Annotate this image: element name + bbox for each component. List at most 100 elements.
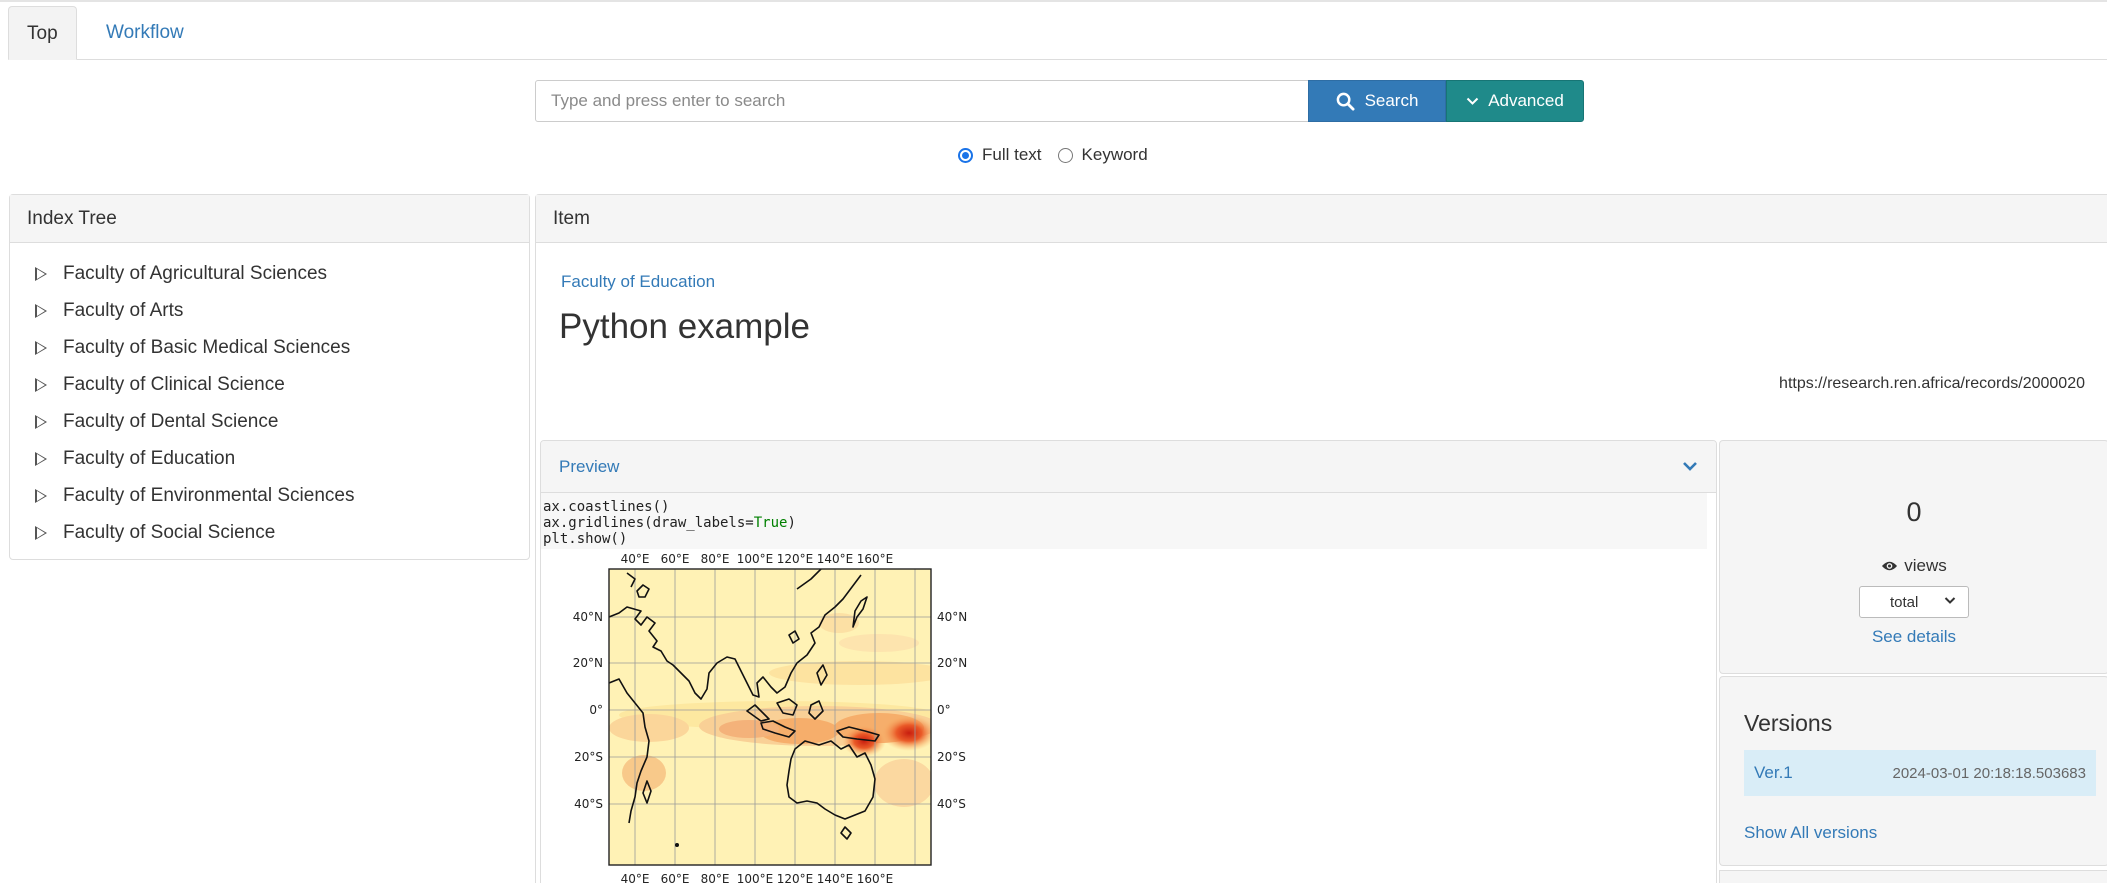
expand-triangle-icon[interactable] — [35, 340, 47, 355]
lon-label: 140°E — [817, 553, 854, 566]
record-url: https://research.ren.africa/records/2000… — [1779, 375, 2085, 392]
preview-panel: Preview ax.coastlines() ax.gridlines(dra… — [540, 440, 1717, 883]
lat-label: 40°S — [937, 797, 966, 811]
keyword-label[interactable]: Keyword — [1082, 145, 1148, 165]
lat-label: 40°N — [937, 610, 967, 624]
lon-label: 100°E — [737, 553, 774, 566]
code-keyword: True — [753, 515, 788, 531]
code-line: ax.coastlines() — [543, 499, 670, 515]
preview-header[interactable]: Preview — [541, 441, 1716, 493]
advanced-button-label: Advanced — [1488, 91, 1564, 110]
island-marker — [675, 843, 679, 847]
expand-triangle-icon[interactable] — [35, 377, 47, 392]
tree-item[interactable]: Faculty of Social Science — [35, 514, 529, 551]
lon-label: 120°E — [777, 553, 814, 566]
expand-triangle-icon[interactable] — [35, 525, 47, 540]
lat-labels-right: 40°N 20°N 0° 20°S 40°S — [937, 610, 967, 811]
index-tree-panel: Index Tree Faculty of Agricultural Scien… — [9, 194, 530, 560]
keyword-radio[interactable] — [1057, 147, 1073, 163]
expand-triangle-icon[interactable] — [35, 451, 47, 466]
views-row: views — [1720, 556, 2107, 576]
preview-label[interactable]: Preview — [559, 457, 619, 477]
lat-label: 40°S — [574, 797, 603, 811]
tree-item-label[interactable]: Faculty of Arts — [63, 294, 183, 328]
full-text-label[interactable]: Full text — [982, 145, 1042, 165]
lat-label: 20°S — [574, 750, 603, 764]
period-select[interactable]: total — [1859, 586, 1969, 618]
tree-item[interactable]: Faculty of Arts — [35, 292, 529, 329]
lon-label: 160°E — [857, 872, 894, 883]
lon-label: 140°E — [817, 872, 854, 883]
chevron-down-icon[interactable] — [1682, 461, 1698, 472]
expand-triangle-icon[interactable] — [35, 488, 47, 503]
tab-top[interactable]: Top — [8, 6, 77, 60]
top-border — [0, 0, 2107, 4]
code-cell: ax.coastlines() ax.gridlines(draw_labels… — [541, 493, 1707, 549]
advanced-search-button[interactable]: Advanced — [1446, 80, 1584, 122]
page-title: Python example — [559, 307, 810, 346]
show-all-versions-link[interactable]: Show All versions — [1744, 823, 1877, 843]
code-text: ax.gridlines(draw_labels= — [543, 515, 754, 531]
tab-bar: Top Workflow — [8, 6, 2107, 60]
index-tree-list: Faculty of Agricultural Sciences Faculty… — [10, 243, 529, 551]
tree-item[interactable]: Faculty of Agricultural Sciences — [35, 255, 529, 292]
lon-label: 40°E — [621, 553, 650, 566]
search-button-label: Search — [1364, 91, 1419, 110]
lat-label: 20°N — [937, 656, 967, 670]
lon-label: 40°E — [621, 872, 650, 883]
tree-item[interactable]: Faculty of Dental Science — [35, 403, 529, 440]
view-stats-panel: 0 views total See details — [1719, 440, 2107, 674]
eye-icon — [1882, 561, 1898, 571]
search-input[interactable] — [535, 80, 1309, 122]
chevron-down-icon — [1944, 597, 1956, 604]
expand-triangle-icon[interactable] — [35, 266, 47, 281]
search-icon — [1336, 92, 1355, 111]
breadcrumb[interactable]: Faculty of Education — [561, 272, 715, 292]
version-date: 2024-03-01 20:18:18.503683 — [1892, 764, 2086, 782]
item-panel-title: Item — [536, 195, 2107, 243]
tree-item[interactable]: Faculty of Clinical Science — [35, 366, 529, 403]
search-button[interactable]: Search — [1308, 80, 1446, 122]
versions-panel: Versions Ver.1 2024-03-01 20:18:18.50368… — [1719, 676, 2107, 866]
lon-label: 60°E — [661, 553, 690, 566]
tab-workflow[interactable]: Workflow — [88, 6, 202, 60]
code-text: ) — [787, 515, 796, 531]
expand-triangle-icon[interactable] — [35, 414, 47, 429]
version-link[interactable]: Ver.1 — [1754, 763, 1793, 783]
lon-labels-top: 40°E 60°E 80°E 100°E 120°E 140°E 160°E — [621, 552, 894, 566]
lon-label: 60°E — [661, 872, 690, 883]
version-row[interactable]: Ver.1 2024-03-01 20:18:18.503683 — [1744, 750, 2096, 796]
expand-triangle-icon[interactable] — [35, 303, 47, 318]
lat-labels-left: 40°N 20°N 0° 20°S 40°S — [573, 610, 603, 811]
tree-item[interactable]: Faculty of Education — [35, 440, 529, 477]
index-tree-title: Index Tree — [10, 195, 529, 243]
tree-item-label[interactable]: Faculty of Social Science — [63, 516, 275, 550]
chevron-down-icon — [1466, 97, 1479, 105]
lat-label: 40°N — [573, 610, 603, 624]
tree-item-label[interactable]: Faculty of Agricultural Sciences — [63, 257, 327, 291]
tree-item-label[interactable]: Faculty of Environmental Sciences — [63, 479, 354, 513]
tree-item-label[interactable]: Faculty of Dental Science — [63, 405, 278, 439]
full-text-radio[interactable] — [958, 147, 973, 163]
tree-item-label[interactable]: Faculty of Clinical Science — [63, 368, 285, 402]
lon-label: 120°E — [777, 872, 814, 883]
lon-label: 80°E — [701, 872, 730, 883]
precipitation-map: 40°E 60°E 80°E 100°E 120°E 140°E 160°E 4… — [573, 552, 968, 883]
versions-title: Versions — [1744, 710, 1833, 736]
tree-item-label[interactable]: Faculty of Education — [63, 442, 235, 476]
tree-item-label[interactable]: Faculty of Basic Medical Sciences — [63, 331, 350, 365]
tree-item[interactable]: Faculty of Basic Medical Sciences — [35, 329, 529, 366]
lat-label: 0° — [937, 703, 951, 717]
period-select-value: total — [1890, 593, 1919, 611]
search-mode-options: Full text Keyword — [958, 143, 1164, 167]
views-label: views — [1904, 556, 1947, 575]
lat-label: 0° — [589, 703, 603, 717]
map-figure: 40°E 60°E 80°E 100°E 120°E 140°E 160°E 4… — [549, 552, 969, 883]
view-count: 0 — [1906, 497, 1922, 527]
lon-labels-bottom: 40°E 60°E 80°E 100°E 120°E 140°E 160°E — [621, 872, 894, 883]
lon-label: 100°E — [737, 872, 774, 883]
lat-label: 20°S — [937, 750, 966, 764]
code-line: ax.gridlines(draw_labels=True) — [543, 515, 1707, 531]
see-details-link[interactable]: See details — [1720, 627, 2107, 647]
tree-item[interactable]: Faculty of Environmental Sciences — [35, 477, 529, 514]
